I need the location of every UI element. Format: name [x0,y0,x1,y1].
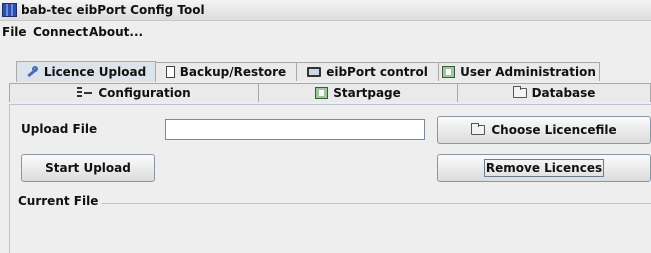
remove-licences-label: Remove Licences [483,159,605,177]
start-upload-button[interactable]: Start Upload [21,154,155,182]
current-file-group-border [18,203,651,204]
folder-icon [471,123,486,135]
user-admin-icon [442,66,456,78]
tab-backup-restore[interactable]: Backup/Restore [155,62,297,81]
tab-label: Startpage [333,86,401,100]
upload-file-label: Upload File [21,122,98,136]
window-titlebar[interactable]: bab-tec eibPort Config Tool [0,0,651,21]
tab-label: Database [531,86,596,100]
tab-label: User Administration [460,65,596,79]
configuration-icon [77,87,93,99]
monitor-icon [307,67,322,77]
window-title: bab-tec eibPort Config Tool [21,3,205,17]
app-icon [2,3,17,17]
current-file-group-title: Current File [14,194,103,208]
startpage-icon [315,87,329,99]
menu-connect[interactable]: Connect [33,25,88,39]
tab-label: Configuration [98,86,191,100]
key-icon [26,66,39,78]
remove-licences-button[interactable]: Remove Licences [437,154,651,182]
menu-bar: File Connect About... [0,21,651,43]
upload-file-input[interactable] [165,119,425,140]
tab-startpage[interactable]: Startpage [258,83,458,102]
choose-licencefile-button[interactable]: Choose Licencefile [437,116,651,144]
tab-label: Backup/Restore [179,65,287,79]
start-upload-label: Start Upload [45,161,131,175]
tab-user-administration[interactable]: User Administration [438,62,600,81]
tab-row-primary: Licence Upload Backup/Restore eibPort co… [0,61,651,82]
menu-file[interactable]: File [2,25,27,39]
menu-about[interactable]: About... [89,25,143,39]
tab-eibport-control[interactable]: eibPort control [296,62,439,81]
tab-row-secondary: Configuration Startpage Database [0,83,651,103]
choose-licencefile-label: Choose Licencefile [491,123,617,137]
document-icon [165,66,175,78]
tab-configuration[interactable]: Configuration [9,83,259,102]
tab-database[interactable]: Database [457,83,651,102]
tab-licence-upload[interactable]: Licence Upload [16,61,156,82]
folder-icon [512,86,527,98]
tab-label: eibPort control [326,65,428,79]
tab-label: Licence Upload [43,65,147,79]
